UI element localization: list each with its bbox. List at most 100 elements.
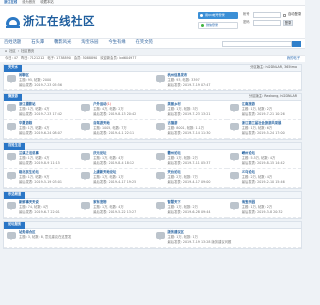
forum-item[interactable]: 衢州论坛 主题: 1万, 帖数: 2万 最后发表: 2019-7-11 05:37: [152, 150, 227, 169]
section-title[interactable]: 乐活频道: [4, 191, 26, 199]
forum-last-post[interactable]: 最后发表: 2019-8-9 11:15: [19, 161, 60, 166]
forum-item[interactable]: 智慧天下 主题: 1万, 帖数: 2万 最后发表: 2019-6-28 09:44: [152, 199, 227, 218]
forum-name[interactable]: 义乌论坛: [242, 170, 255, 174]
nav-item[interactable]: 淘宝乐园: [81, 40, 98, 46]
forum-last-post[interactable]: 最后发表: 2019-5-24 17:00: [242, 131, 285, 136]
stat-newest-member[interactable]: 欢迎新会员: lxd604977: [100, 56, 136, 61]
forum-last-post[interactable]: 最后发表: 2019-7-11 05:37: [168, 161, 211, 166]
my-posts-link[interactable]: 我的帖子: [287, 56, 300, 61]
forum-item[interactable]: 江南旅游 主题: 1万, 帖数: 2万 最后发表: 2019-7-21 10:26: [226, 101, 301, 120]
qq-login-button[interactable]: 用QQ帐号登录: [198, 12, 238, 19]
section-title[interactable]: 微旅游: [4, 93, 22, 101]
nav-item[interactable]: 百姓话题: [4, 40, 21, 46]
forum-name[interactable]: 淘宝乐园: [242, 200, 255, 204]
forum-last-post[interactable]: 最后发表: 2019-4-17 19:25: [93, 180, 136, 185]
auto-login-checkbox[interactable]: [283, 13, 286, 17]
forum-item[interactable]: 义乌论坛 主题: 2万, 帖数: 4万 最后发表: 2019-2-10 15:46: [226, 169, 301, 188]
wechat-login-button[interactable]: 微信登录: [198, 22, 238, 29]
forum-name[interactable]: 版务建议区: [168, 230, 184, 234]
forum-last-post[interactable]: 最后发表: 2019-7-23 05:56: [19, 83, 62, 88]
forum-last-post[interactable]: 最后发表: 2019-7-21 10:26: [242, 112, 285, 117]
forum-name[interactable]: 户外运动: [93, 102, 106, 106]
forum-item[interactable]: 自驾游天地 主题: 1005, 帖数: 7万 最后发表: 2019-4-1 22:1…: [78, 120, 153, 139]
password-input[interactable]: [253, 20, 281, 26]
forum-name[interactable]: 新鲜事天天说: [19, 200, 39, 204]
forum-item[interactable]: 古镇游 主题: 8001, 帖数: 1.1万 最后发表: 2019-7-14 11:…: [152, 120, 227, 139]
forum-last-post[interactable]: 最后发表: 2019-7-23 13:21: [168, 112, 211, 117]
forum-item[interactable]: 华夏游踪 主题: 1万, 帖数: 4万 最后发表: 2019-6-24 08:07: [4, 120, 79, 139]
forum-last-post[interactable]: 最后发表: 2019-8-4 18:12: [93, 161, 134, 166]
forum-name[interactable]: 站务综合区: [19, 230, 35, 234]
forum-name[interactable]: 瓯北民生论坛: [19, 170, 39, 174]
forum-last-post[interactable]: 最后发表: 2019-7-19 07:47: [168, 83, 211, 88]
forum-item[interactable]: 庆元论坛 主题: 1万, 帖数: 4万 最后发表: 2019-8-4 18:12: [78, 150, 153, 169]
forum-name[interactable]: 庆元论坛: [93, 151, 106, 155]
forum-name[interactable]: 嵊州论坛: [242, 151, 255, 155]
forum-name[interactable]: 家有宠物: [93, 200, 106, 204]
breadcrumb-home[interactable]: 社区: [9, 49, 16, 54]
forum-item[interactable]: 美丽乡村 主题: 1万, 帖数: 3万 最后发表: 2019-7-23 13:21: [152, 101, 227, 120]
forum-item[interactable]: 瓯北民生论坛 主题: 1万, 帖数: 9万 最后发表: 2019-5-19 03:0…: [4, 169, 79, 188]
forum-last-post[interactable]: 最后发表: 2019-5-19 03:01: [19, 180, 62, 185]
forum-last-post[interactable]: 最后发表: 2019-8-13 20:42: [93, 112, 136, 117]
forum-name[interactable]: 上虞新天地论坛: [93, 170, 116, 174]
forum-last-post[interactable]: 最后发表: 2019-5-22 13:27: [93, 210, 136, 215]
account-input[interactable]: [253, 12, 281, 18]
forum-last-post[interactable]: 最后发表: 2019-4-17 09:00: [168, 180, 211, 185]
search-input[interactable]: [222, 40, 292, 47]
forum-name[interactable]: 杭州信息发布: [168, 73, 188, 77]
forum-item[interactable]: 天台论坛 主题: 2万, 帖数: 7万 最后发表: 2019-4-17 09:00: [152, 169, 227, 188]
forum-item[interactable]: 浙江摄影站 主题: 1万, 帖数: 4万 最后发表: 2019-7-23 17:42: [4, 101, 79, 120]
forum-name[interactable]: 闲聊区: [19, 73, 29, 77]
forum-item[interactable]: 嵊州论坛 主题: 5.5万, 帖数: 4万 最后发表: 2019-8-15 14:4…: [226, 150, 301, 169]
forum-item[interactable]: 上虞新天地论坛 主题: 1万, 帖数: 1万 最后发表: 2019-4-17 19:…: [78, 169, 153, 188]
site-logo[interactable]: 浙江在线社区: [6, 15, 95, 29]
forum-name[interactable]: 智慧天下: [168, 200, 181, 204]
forum-item[interactable]: 杭州信息发布 主题: 93, 帖数: 3397 最后发表: 2019-7-19 07…: [152, 72, 301, 90]
forum-counts: 主题: 3, 帖数: 8, 意见建议在这里发: [19, 234, 72, 239]
forum-name[interactable]: 衢州论坛: [168, 151, 181, 155]
login-button[interactable]: 登录: [283, 20, 293, 26]
topbar-logo[interactable]: 浙江在线: [4, 0, 17, 5]
forum-last-post[interactable]: 最后发表: 2019-6-28 09:44: [168, 210, 211, 215]
forum-last-post[interactable]: 最后发表: 2019-8-15 14:42: [242, 161, 285, 166]
forum-last-post[interactable]: 最后发表: 2019-4-1 22:11: [93, 131, 134, 136]
forum-item[interactable]: 站务综合区 主题: 3, 帖数: 8, 意见建议在这里发: [4, 229, 153, 248]
forum-item[interactable]: 浙江第三届社会旅游风采展 主题: 1万, 帖数: 6万 最后发表: 2019-5-2…: [226, 120, 301, 139]
forum-last-post[interactable]: 最后发表: 2019-6-24 08:07: [19, 131, 62, 136]
forum-name[interactable]: 自驾游天地: [93, 121, 109, 125]
forum-item[interactable]: 新鲜事天天说 主题: 74, 帖数: 4万 最后发表: 2019-6-7 22:01: [4, 199, 79, 218]
set-homepage-link[interactable]: 设为首页: [22, 0, 35, 5]
section-title[interactable]: 天天水: [4, 64, 22, 72]
forum-name[interactable]: 江南旅游: [242, 102, 255, 106]
section-title[interactable]: 百姓生活: [4, 142, 26, 150]
nav-item[interactable]: 馨影风光: [54, 40, 71, 46]
forum-item[interactable]: 家有宠物 主题: 1万, 帖数: 4万 最后发表: 2019-5-22 13:27: [78, 199, 153, 218]
forum-name[interactable]: 古镇游: [168, 121, 178, 125]
nav-item[interactable]: 今生有缘: [108, 40, 125, 46]
search-button[interactable]: [292, 40, 301, 47]
bookmark-link[interactable]: 收藏本站: [40, 0, 53, 5]
nav-item[interactable]: 石头潭: [31, 40, 44, 46]
forum-last-post[interactable]: 最后发表: 2019-7-19 13:28 版务建议问题: [168, 240, 232, 245]
forum-last-post[interactable]: 最后发表: 2019-7-23 17:42: [19, 112, 62, 117]
forum-name[interactable]: 浙江摄影站: [19, 102, 35, 106]
forum-last-post[interactable]: 最后发表: 2019-2-10 15:46: [242, 180, 285, 185]
forum-name[interactable]: 兰溪之法说事: [19, 151, 39, 155]
forum-last-post[interactable]: 最后发表: 2019-6-7 22:01: [19, 210, 60, 215]
forum-last-post[interactable]: 最后发表: 2019-3-8 20:32: [242, 210, 283, 215]
home-icon[interactable]: ⌂: [5, 49, 7, 54]
nav-item[interactable]: 在笑文苑: [136, 40, 153, 46]
forum-item[interactable]: 兰溪之法说事 主题: 1万, 帖数: 4万 最后发表: 2019-8-9 11:15: [4, 150, 79, 169]
forum-counts: 主题: 1万, 帖数: 2万: [241, 204, 273, 209]
forum-item[interactable]: 淘宝乐园 主题: 1万, 帖数: 2万 最后发表: 2019-3-8 20:32: [226, 199, 301, 218]
forum-item[interactable]: 户外运动(1) 主题: 4万, 帖数: 2万 最后发表: 2019-8-13 20:…: [78, 101, 153, 120]
forum-name[interactable]: 美丽乡村: [168, 102, 181, 106]
forum-name[interactable]: 浙江第三届社会旅游风采展: [242, 121, 282, 125]
section-title[interactable]: 论坛服务: [4, 221, 26, 229]
forum-name[interactable]: 天台论坛: [168, 170, 181, 174]
forum-last-post[interactable]: 最后发表: 2019-7-14 11:30: [168, 131, 211, 136]
forum-item[interactable]: 版务建议区 主题: 1万, 帖数: 1万 最后发表: 2019-7-19 13:28…: [152, 229, 301, 248]
forum-name[interactable]: 华夏游踪: [19, 121, 32, 125]
forum-item[interactable]: 闲聊区 主题: 95, 帖数: 2000 最后发表: 2019-7-23 05:56: [4, 72, 153, 90]
